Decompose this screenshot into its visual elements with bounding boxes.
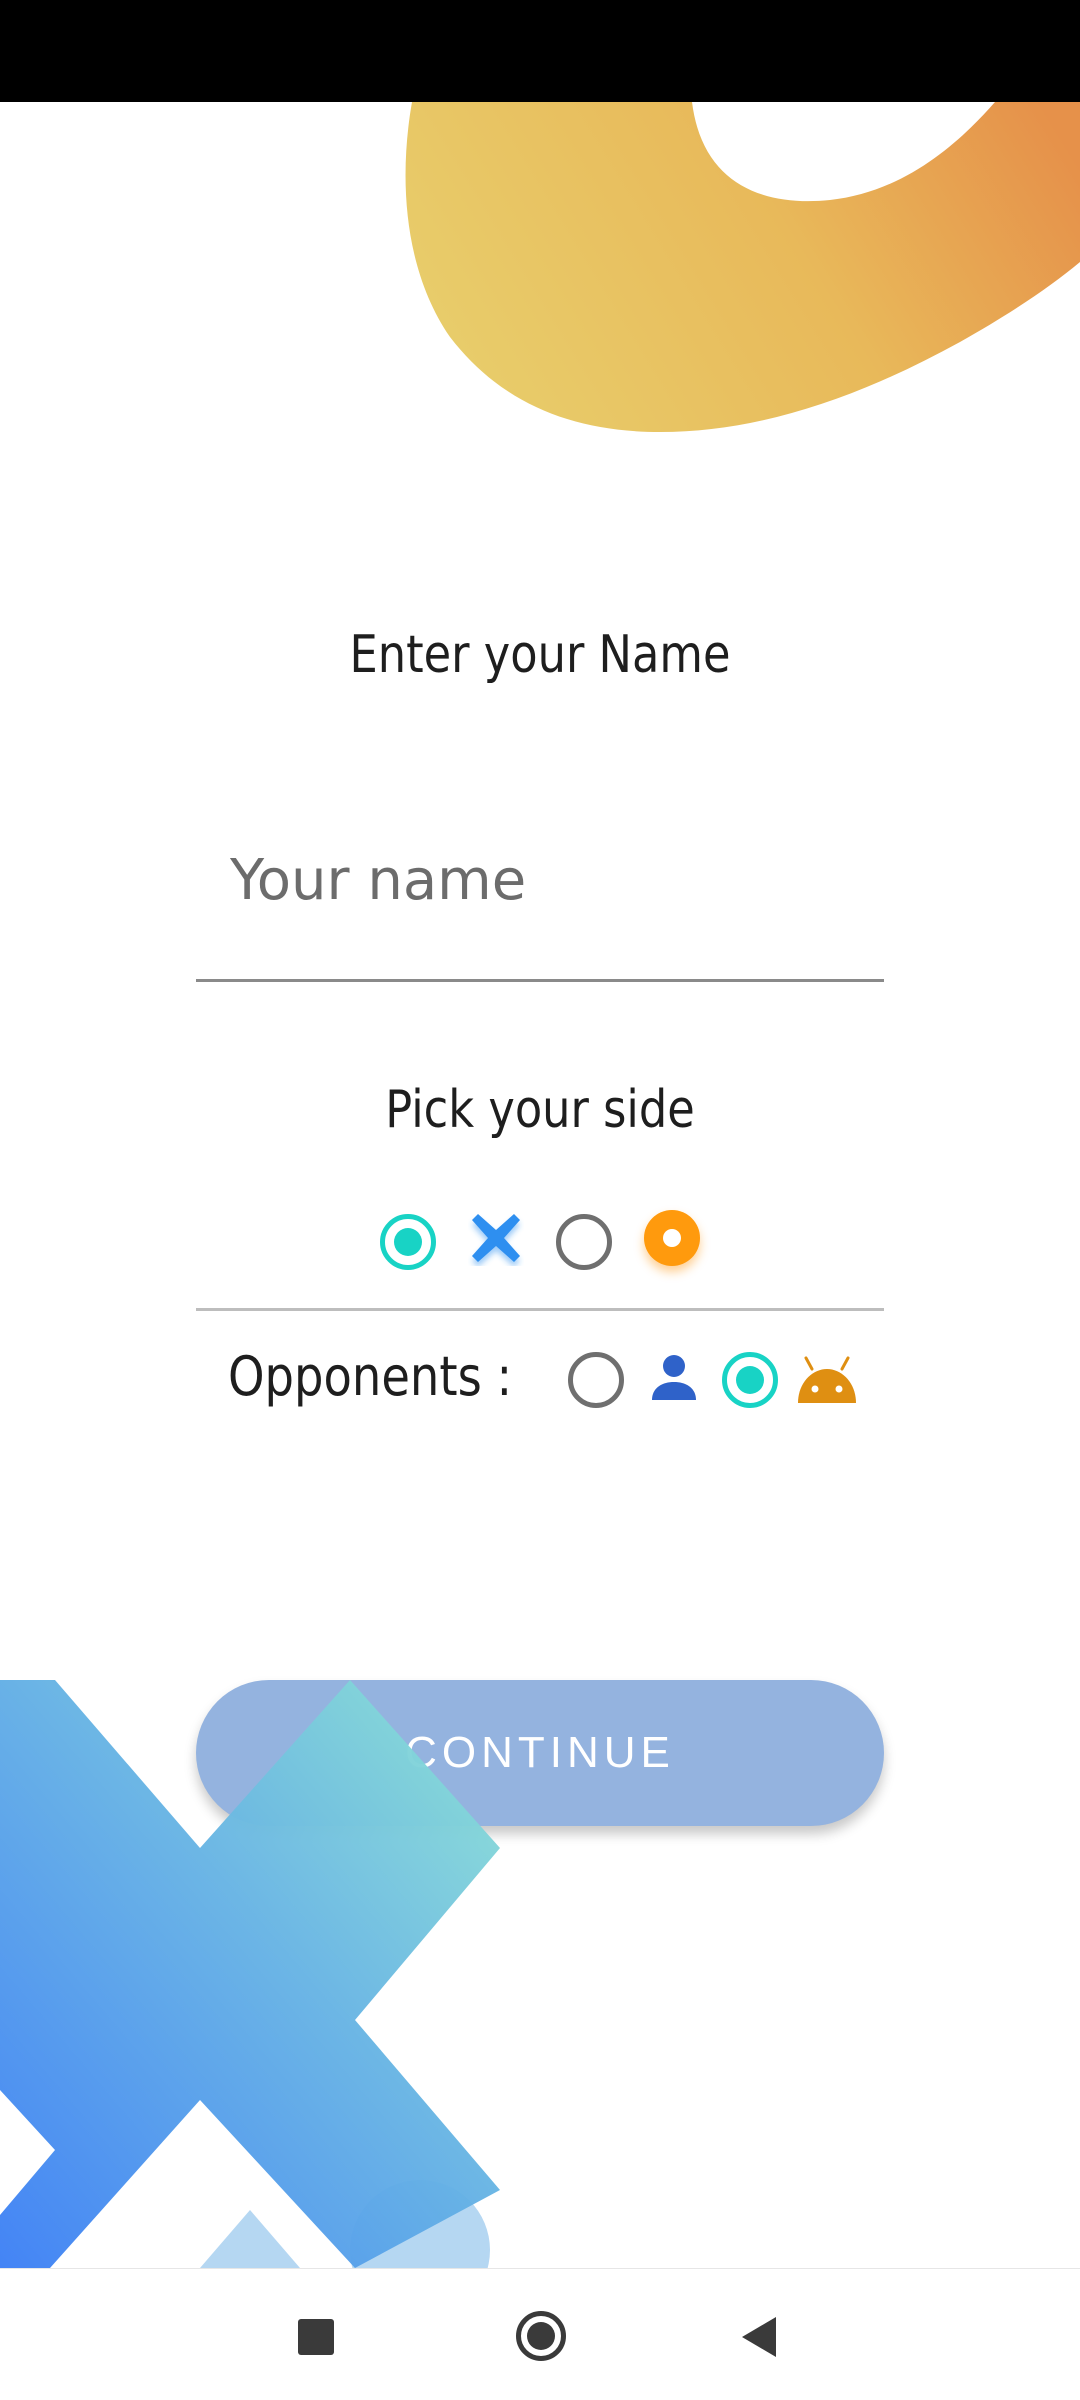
navigation-bar [0, 2268, 1080, 2400]
back-button[interactable] [742, 2317, 776, 2357]
side-cross-radio[interactable] [380, 1214, 436, 1270]
opponent-android-radio[interactable] [722, 1352, 778, 1408]
person-icon [652, 1355, 696, 1400]
opponent-human-radio[interactable] [568, 1352, 624, 1408]
pick-side-title: Pick your side [385, 1080, 695, 1140]
cross-icon [472, 1214, 520, 1262]
name-field[interactable] [196, 830, 884, 982]
recents-button[interactable] [298, 2319, 334, 2355]
opponents-label: Opponents : [228, 1345, 513, 1408]
enter-name-title: Enter your Name [349, 625, 731, 685]
android-icon [798, 1356, 856, 1403]
side-circle-radio[interactable] [556, 1214, 612, 1270]
home-button[interactable] [516, 2311, 566, 2361]
continue-button[interactable]: CONTINUE [196, 1680, 884, 1826]
decorative-circle-shape [405, 102, 1080, 432]
circle-icon [644, 1210, 700, 1266]
name-input[interactable] [230, 830, 870, 930]
status-bar [0, 0, 1080, 102]
divider [196, 1308, 884, 1311]
